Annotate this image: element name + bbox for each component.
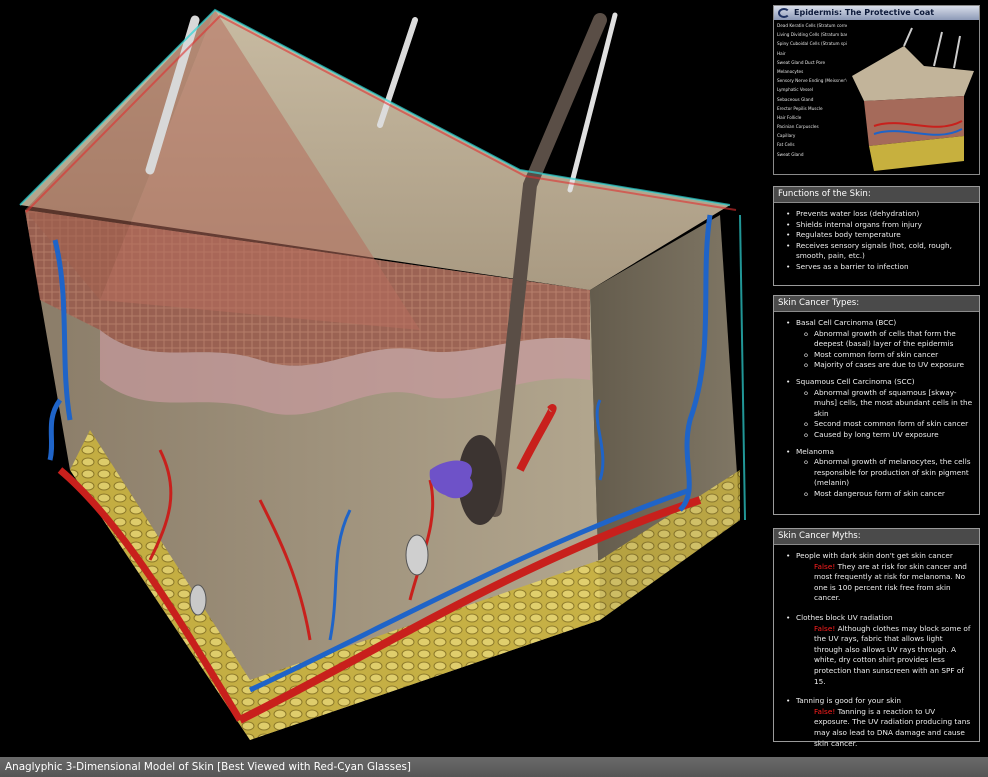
functions-panel: Functions of the Skin: Prevents water lo… [773,186,980,286]
cancer-type-item: Melanoma Abnormal growth of melanocytes,… [786,447,973,500]
cancer-types-panel-title: Skin Cancer Types: [774,296,979,312]
thumb-label: Fat Cells [777,142,795,148]
list-item: Caused by long term UV exposure [804,430,973,441]
thumb-label: Melanocytes [777,68,804,74]
myth-answer: False! They are at risk for skin cancer … [796,562,973,604]
image-caption: Anaglyphic 3-Dimensional Model of Skin [… [0,757,988,777]
logo-icon [778,8,790,18]
thumb-label: Pacinian Corpuscles [777,124,819,130]
cancer-type-name: Melanoma [796,446,834,456]
false-label: False! [814,561,836,571]
thumbnail-labels: Dead Keratin Cells (Stratum corneum) Liv… [777,23,847,161]
thumb-label: Erector Pepilis Muscle [777,105,823,111]
myth-item: Clothes block UV radiation False! Althou… [786,613,973,687]
myth-answer-text: They are at risk for skin cancer and mos… [814,561,967,603]
skin-model-image [0,0,760,757]
list-item: Prevents water loss (dehydration) [786,209,973,220]
cancer-type-name: Basal Cell Carcinoma (BCC) [796,318,897,327]
false-label: False! [814,623,836,633]
thumbnail-skin-illustration [852,27,974,171]
list-item: Second most common form of skin cancer [804,419,973,430]
thumb-label: Hair Follicle [777,114,802,120]
thumbnail-title-bar: Epidermis: The Protective Coat [774,6,979,20]
myth-statement: People with dark skin don't get skin can… [796,551,953,560]
myth-answer-text: Tanning is a reaction to UV exposure. Th… [814,706,971,748]
cancer-myths-panel: Skin Cancer Myths: People with dark skin… [773,528,980,748]
thumb-label: Capillary [777,133,796,139]
thumb-label: Hair [777,50,786,56]
myth-statement: Tanning is good for your skin [796,696,901,706]
false-label: False! [814,706,836,716]
myths-list: People with dark skin don't get skin can… [786,551,973,749]
thumb-label: Spiny Cuboidal Cells (Stratum spinosum) [777,41,847,47]
cancer-type-item: Squamous Cell Carcinoma (SCC) Abnormal g… [786,377,973,441]
myth-item: People with dark skin don't get skin can… [786,551,973,604]
functions-list: Prevents water loss (dehydration) Shield… [786,209,973,273]
thumbnail-body: Dead Keratin Cells (Stratum corneum) Liv… [774,20,979,174]
list-item: Most common form of skin cancer [804,350,973,361]
myth-answer: False! Tanning is a reaction to UV expos… [796,707,973,749]
cancer-types-list: Basal Cell Carcinoma (BCC) Abnormal grow… [786,318,973,500]
myth-item: Tanning is good for your skin False! Tan… [786,696,973,749]
thumb-label: Dead Keratin Cells (Stratum corneum) [777,23,847,28]
cancer-type-name: Squamous Cell Carcinoma (SCC) [796,376,915,386]
thumb-label: Sweat Gland [777,151,804,157]
list-item: Abnormal growth of cells that form the d… [804,329,973,350]
cancer-myths-panel-title: Skin Cancer Myths: [774,529,979,545]
thumb-label: Lymphatic Vessel [777,87,814,93]
list-item: Majority of cases are due to UV exposure [804,360,973,371]
thumb-label: Sebaceous Gland [777,96,814,102]
list-item: Regulates body temperature [786,230,973,241]
list-item: Abnormal growth of squamous [skway-muhs]… [804,388,973,420]
myth-statement: Clothes block UV radiation [796,612,893,622]
thumbnail-title: Epidermis: The Protective Coat [794,8,935,17]
list-item: Most dangerous form of skin cancer [804,489,973,500]
cancer-type-item: Basal Cell Carcinoma (BCC) Abnormal grow… [786,318,973,371]
list-item: Receives sensory signals (hot, cold, rou… [786,241,973,262]
list-item: Abnormal growth of melanocytes, the cell… [804,457,973,489]
myth-answer-text: Although clothes may block some of the U… [814,623,971,686]
functions-panel-title: Functions of the Skin: [774,187,979,203]
list-item: Serves as a barrier to infection [786,262,973,273]
thumb-label: Sensory Nerve Ending (Meissner's corpusc… [777,78,847,84]
thumb-label: Living Dividing Cells (Stratum basale) [777,32,847,38]
thumb-label: Sweat Gland Duct Pore [777,59,826,65]
epidermis-thumbnail: Epidermis: The Protective Coat Dead Kera… [773,5,980,175]
myth-answer: False! Although clothes may block some o… [796,624,973,688]
cancer-types-panel: Skin Cancer Types: Basal Cell Carcinoma … [773,295,980,515]
list-item: Shields internal organs from injury [786,220,973,231]
